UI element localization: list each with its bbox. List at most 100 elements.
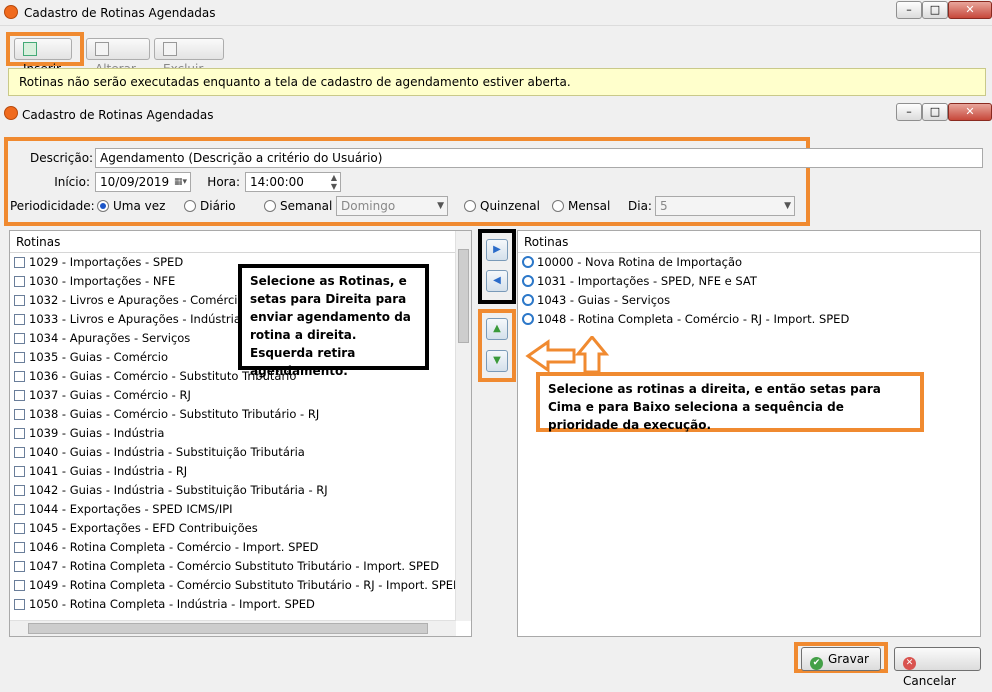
checkbox-icon xyxy=(14,580,25,591)
radio-quinzenal[interactable]: Quinzenal xyxy=(464,197,540,215)
list-item-label: 1046 - Rotina Completa - Comércio - Impo… xyxy=(29,540,319,554)
cancel-icon: ✕ xyxy=(903,657,916,670)
outer-window-title: Cadastro de Rotinas Agendadas xyxy=(24,6,216,20)
minimize-icon[interactable]: – xyxy=(896,1,922,19)
inner-window-title: Cadastro de Rotinas Agendadas xyxy=(22,108,214,122)
list-item[interactable]: 10000 - Nova Rotina de Importação xyxy=(518,253,980,272)
semanal-select-value: Domingo xyxy=(341,199,396,213)
list-item[interactable]: 1050 - Rotina Completa - Indústria - Imp… xyxy=(10,595,471,614)
outer-title-bar: Cadastro de Rotinas Agendadas – □ ✕ xyxy=(0,0,992,26)
maximize-icon[interactable]: □ xyxy=(922,1,948,19)
list-item[interactable]: 1045 - Exportações - EFD Contribuições xyxy=(10,519,471,538)
checkbox-icon xyxy=(14,428,25,439)
list-item-label: 10000 - Nova Rotina de Importação xyxy=(537,255,743,269)
list-item[interactable]: 1044 - Exportações - SPED ICMS/IPI xyxy=(10,500,471,519)
list-item-label: 1043 - Guias - Serviços xyxy=(537,293,671,307)
dia-select[interactable]: 5 ▼ xyxy=(655,196,795,216)
checkbox-icon xyxy=(14,295,25,306)
list-item[interactable]: 1040 - Guias - Indústria - Substituição … xyxy=(10,443,471,462)
radio-uma-vez-label: Uma vez xyxy=(113,199,166,213)
inicio-value: 10/09/2019 xyxy=(100,175,170,189)
hora-input[interactable]: 14:00:00 ▲ ▼ xyxy=(245,172,341,192)
list-item[interactable]: 1037 - Guias - Comércio - RJ xyxy=(10,386,471,405)
radio-semanal[interactable]: Semanal xyxy=(264,197,332,215)
delete-icon xyxy=(163,42,177,56)
radio-diario[interactable]: Diário xyxy=(184,197,236,215)
clock-icon xyxy=(522,313,534,325)
radio-uma-vez-indicator xyxy=(97,200,109,212)
list-item-label: 1044 - Exportações - SPED ICMS/IPI xyxy=(29,502,233,516)
list-item[interactable]: 1031 - Importações - SPED, NFE e SAT xyxy=(518,272,980,291)
checkbox-icon xyxy=(14,314,25,325)
descricao-input[interactable]: Agendamento (Descrição a critério do Usu… xyxy=(95,148,983,168)
list-item[interactable]: 1048 - Rotina Completa - Comércio - RJ -… xyxy=(518,310,980,329)
checkbox-icon xyxy=(14,542,25,553)
close-icon[interactable]: ✕ xyxy=(948,1,992,19)
left-scroll-thumb[interactable] xyxy=(458,249,469,343)
radio-quinzenal-indicator xyxy=(464,200,476,212)
checkbox-icon xyxy=(14,599,25,610)
checkbox-icon xyxy=(14,447,25,458)
delete-button[interactable]: Excluir xyxy=(154,38,224,76)
list-item[interactable]: 1038 - Guias - Comércio - Substituto Tri… xyxy=(10,405,471,424)
arrow-left-icon: ◀ xyxy=(493,275,501,286)
list-item-label: 1041 - Guias - Indústria - RJ xyxy=(29,464,188,478)
list-item[interactable]: 1049 - Rotina Completa - Comércio Substi… xyxy=(10,576,471,595)
checkbox-icon xyxy=(14,352,25,363)
move-up-button[interactable]: ▲ xyxy=(486,318,508,340)
inicio-date-input[interactable]: 10/09/2019 ▦▾ xyxy=(95,172,191,192)
checkbox-icon xyxy=(14,276,25,287)
checkbox-icon xyxy=(14,257,25,268)
clock-icon xyxy=(522,275,534,287)
list-item[interactable]: 1047 - Rotina Completa - Comércio Substi… xyxy=(10,557,471,576)
list-item-label: 1045 - Exportações - EFD Contribuições xyxy=(29,521,258,535)
list-item[interactable]: 1046 - Rotina Completa - Comércio - Impo… xyxy=(10,538,471,557)
left-list-header: Rotinas xyxy=(10,231,471,253)
cancel-button[interactable]: ✕ Cancelar xyxy=(894,647,981,688)
left-vertical-scrollbar[interactable] xyxy=(455,231,471,621)
calendar-icon[interactable]: ▦▾ xyxy=(174,173,187,191)
close-icon-inner[interactable]: ✕ xyxy=(948,103,992,121)
insert-button[interactable]: Inserir xyxy=(14,38,72,76)
list-item[interactable]: 1043 - Guias - Serviços xyxy=(518,291,980,310)
edit-button[interactable]: Alterar xyxy=(86,38,150,76)
inner-title-bar: Cadastro de Rotinas Agendadas – □ ✕ xyxy=(0,101,992,127)
list-item-label: 1050 - Rotina Completa - Indústria - Imp… xyxy=(29,597,315,611)
left-hscroll-thumb[interactable] xyxy=(28,623,428,634)
app-icon-inner xyxy=(4,106,18,120)
save-button[interactable]: ✔ Gravar xyxy=(801,647,881,671)
right-list-items: 10000 - Nova Rotina de Importação 1031 - … xyxy=(518,253,980,329)
move-right-button[interactable]: ▶ xyxy=(486,239,508,261)
move-down-button[interactable]: ▼ xyxy=(486,350,508,372)
radio-uma-vez[interactable]: Uma vez xyxy=(97,197,165,215)
radio-diario-label: Diário xyxy=(200,199,236,213)
list-item-label: 1038 - Guias - Comércio - Substituto Tri… xyxy=(29,407,320,421)
list-item[interactable]: 1042 - Guias - Indústria - Substituição … xyxy=(10,481,471,500)
dia-label: Dia: xyxy=(628,199,652,213)
list-item[interactable]: 1041 - Guias - Indústria - RJ xyxy=(10,462,471,481)
checkbox-icon xyxy=(14,409,25,420)
dia-select-value: 5 xyxy=(660,199,668,213)
minimize-icon-inner[interactable]: – xyxy=(896,103,922,121)
arrow-right-icon: ▶ xyxy=(493,244,501,255)
checkbox-icon xyxy=(14,333,25,344)
list-item-label: 1029 - Importações - SPED xyxy=(29,255,184,269)
chevron-down-icon: ▼ xyxy=(784,201,791,211)
semanal-select[interactable]: Domingo ▼ xyxy=(336,196,448,216)
save-label: Gravar xyxy=(828,652,869,666)
callout-pointer-arrows xyxy=(525,336,610,374)
maximize-icon-inner[interactable]: □ xyxy=(922,103,948,121)
list-item-label: 1048 - Rotina Completa - Comércio - RJ -… xyxy=(537,312,850,326)
list-item-label: 1034 - Apurações - Serviços xyxy=(29,331,191,345)
arrow-up-icon: ▲ xyxy=(493,323,501,334)
radio-mensal[interactable]: Mensal xyxy=(552,197,610,215)
edit-icon xyxy=(95,42,109,56)
checkbox-icon xyxy=(14,561,25,572)
list-item[interactable]: 1039 - Guias - Indústria xyxy=(10,424,471,443)
spinner-icon[interactable]: ▲ ▼ xyxy=(331,173,337,191)
move-left-button[interactable]: ◀ xyxy=(486,270,508,292)
list-item-label: 1040 - Guias - Indústria - Substituição … xyxy=(29,445,305,459)
left-horizontal-scrollbar[interactable] xyxy=(10,620,456,636)
list-item-label: 1039 - Guias - Indústria xyxy=(29,426,165,440)
checkbox-icon xyxy=(14,390,25,401)
